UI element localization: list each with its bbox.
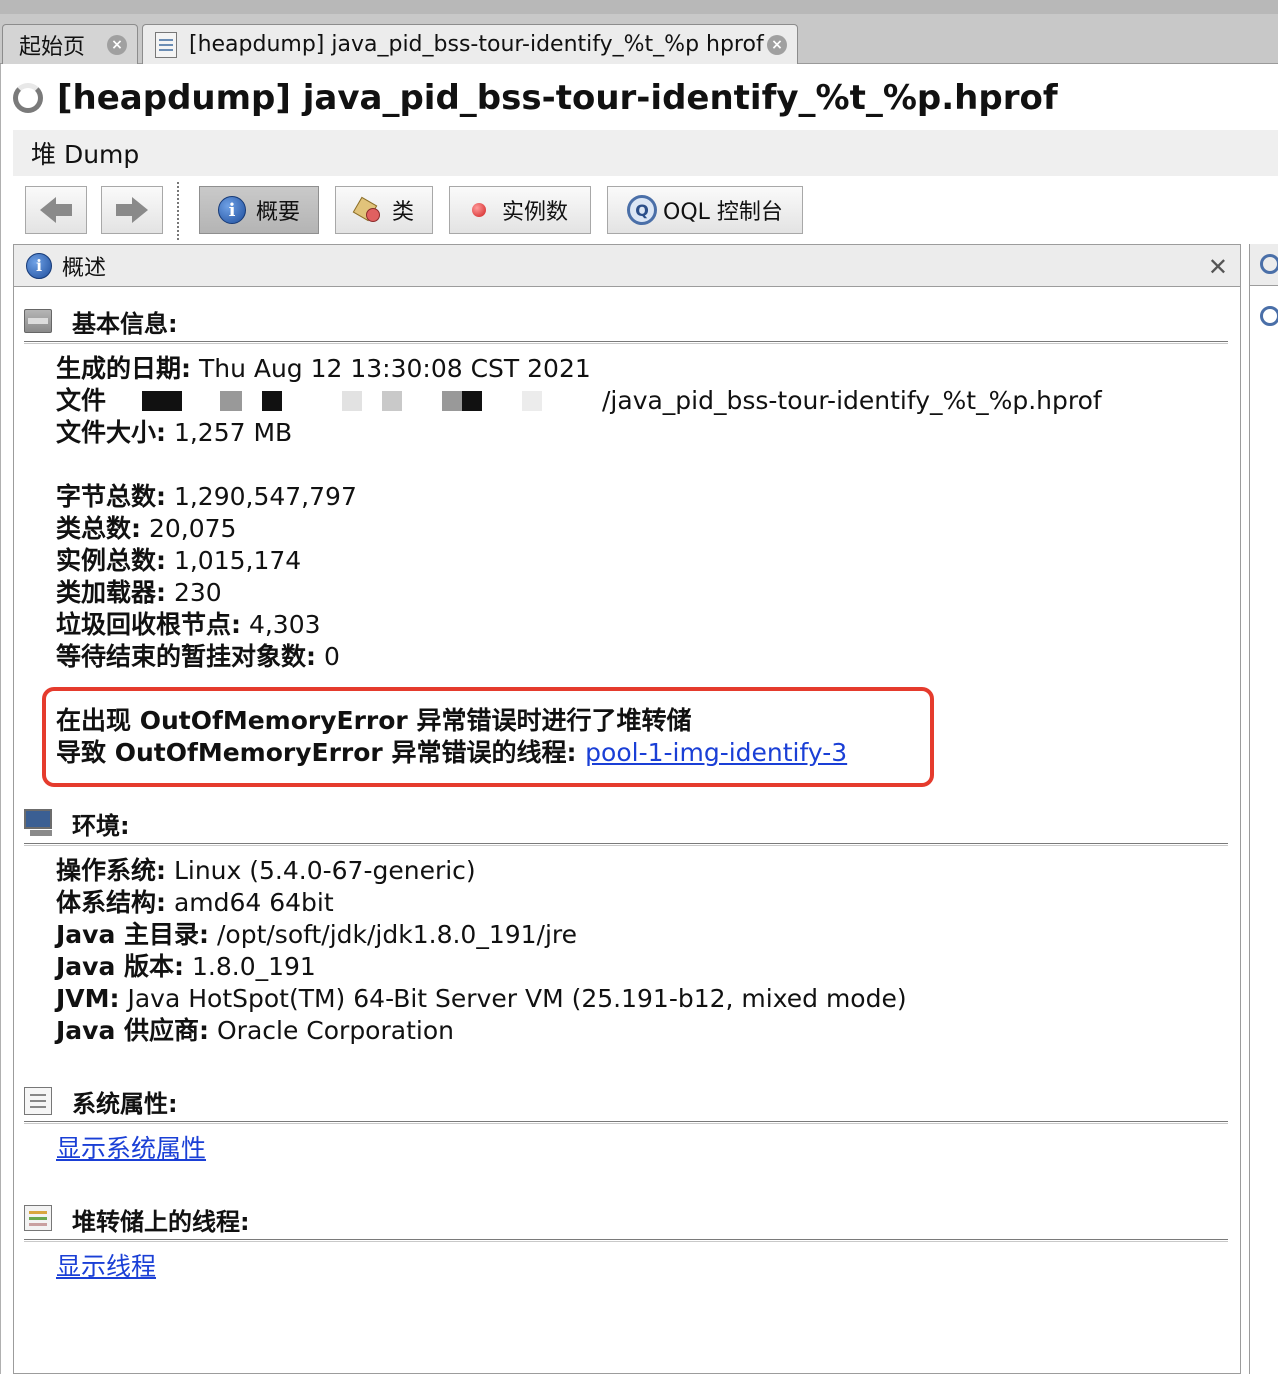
search-icon[interactable] [1260, 254, 1278, 274]
instance-icon [471, 203, 486, 217]
loading-spinner-icon [13, 83, 43, 113]
back-button[interactable] [25, 186, 87, 234]
close-icon[interactable]: × [107, 35, 127, 55]
close-icon[interactable]: × [767, 35, 787, 55]
arrow-left-icon [40, 197, 56, 223]
oom-notice: 在出现 OutOfMemoryError 异常错误时进行了堆转储 [56, 706, 692, 735]
document-icon [151, 31, 181, 58]
section-basic-info: 基本信息: [24, 303, 178, 339]
close-icon[interactable]: ✕ [1208, 253, 1228, 281]
monitor-icon [24, 809, 54, 837]
info-gc-roots: 垃圾回收根节点: 4,303 [56, 610, 321, 639]
section-environment: 环境: [24, 805, 130, 841]
section-title: 环境: [72, 811, 130, 840]
section-title: 基本信息: [72, 309, 178, 338]
panel-header: i 概述 ✕ [14, 245, 1240, 287]
info-pending-finalization: 等待结束的暂挂对象数: 0 [56, 642, 340, 671]
tab-start-page[interactable]: 起始页 × [2, 24, 138, 64]
classes-label: 类 [391, 200, 414, 225]
instances-button[interactable]: 实例数 [449, 186, 591, 234]
show-threads-link[interactable]: 显示线程 [56, 1251, 156, 1283]
summary-button[interactable]: i 概要 [199, 186, 319, 234]
env-java-version: Java 版本: 1.8.0_191 [56, 952, 316, 981]
info-icon: i [217, 196, 246, 224]
show-system-properties-link[interactable]: 显示系统属性 [56, 1133, 206, 1165]
page-heading: [heapdump] java_pid_bss-tour-identify_%t… [13, 74, 1058, 122]
main-frame: [heapdump] java_pid_bss-tour-identify_%t… [0, 64, 1278, 1374]
chip-icon [24, 307, 54, 335]
tab-bar: 起始页 × [heapdump] java_pid_bss-tour-ident… [0, 14, 1278, 64]
oql-label: OQL 控制台 [663, 200, 783, 225]
section-title: 系统属性: [72, 1089, 178, 1118]
env-os: 操作系统: Linux (5.4.0-67-generic) [56, 856, 476, 885]
info-file-size: 文件大小: 1,257 MB [56, 418, 293, 447]
arrow-right-icon [132, 197, 148, 223]
tab-heapdump[interactable]: [heapdump] java_pid_bss-tour-identify_%t… [142, 24, 798, 64]
redacted-block [142, 391, 182, 411]
tab-label: [heapdump] java_pid_bss-tour-identify_%t… [189, 32, 764, 57]
info-total-classes: 类总数: 20,075 [56, 514, 237, 543]
info-date: 生成的日期: Thu Aug 12 13:30:08 CST 2021 [56, 354, 591, 383]
redacted-block [522, 391, 542, 411]
section-system-properties: 系统属性: [24, 1083, 178, 1119]
info-file: 文件 [56, 386, 107, 415]
section-divider [24, 341, 1228, 344]
redacted-block [220, 391, 242, 411]
toolbar-separator [177, 182, 179, 240]
section-threads: 堆转储上的线程: [24, 1201, 250, 1237]
info-file-path: /java_pid_bss-tour-identify_%t_%p.hprof [602, 386, 1102, 415]
redacted-block [462, 391, 482, 411]
redacted-block [442, 391, 462, 411]
oql-console-button[interactable]: Q OQL 控制台 [607, 186, 803, 234]
tab-label: 起始页 [19, 34, 86, 60]
summary-label: 概要 [255, 200, 300, 225]
env-java-home: Java 主目录: /opt/soft/jdk/jdk1.8.0_191/jre [56, 920, 578, 949]
redacted-block [382, 391, 402, 411]
class-icon [352, 196, 384, 224]
inspect-icon[interactable] [1260, 306, 1278, 326]
classes-button[interactable]: 类 [335, 186, 433, 234]
list-icon [24, 1087, 54, 1115]
threads-icon [24, 1205, 54, 1233]
instances-label: 实例数 [501, 200, 568, 225]
section-divider [24, 843, 1228, 846]
overview-panel: i 概述 ✕ 基本信息: 生成的日期: Thu Aug 12 13:30:08 … [13, 244, 1241, 1374]
oql-icon: Q [627, 195, 658, 225]
redacted-block [262, 391, 282, 411]
info-icon: i [26, 252, 52, 279]
side-panel-header [1250, 244, 1278, 286]
forward-button[interactable] [101, 186, 163, 234]
section-divider [24, 1239, 1228, 1242]
info-total-bytes: 字节总数: 1,290,547,797 [56, 482, 357, 511]
env-java-vendor: Java 供应商: Oracle Corporation [56, 1016, 454, 1045]
info-total-instances: 实例总数: 1,015,174 [56, 546, 302, 575]
redacted-block [342, 391, 362, 411]
section-divider [24, 1121, 1228, 1124]
panel-title: 概述 [62, 255, 107, 281]
heap-dump-subtitle: 堆 Dump [13, 130, 1278, 176]
side-panel [1249, 244, 1278, 1374]
toolbar: i 概要 类 实例数 Q OQL 控制台 [13, 180, 1278, 240]
env-jvm: JVM: Java HotSpot(TM) 64-Bit Server VM (… [56, 984, 907, 1013]
section-title: 堆转储上的线程: [72, 1207, 250, 1236]
oom-thread-link[interactable]: pool-1-img-identify-3 [585, 738, 847, 767]
page-title: [heapdump] java_pid_bss-tour-identify_%t… [57, 78, 1058, 118]
env-arch: 体系结构: amd64 64bit [56, 888, 334, 917]
info-classloaders: 类加载器: 230 [56, 578, 222, 607]
oom-thread: 导致 OutOfMemoryError 异常错误的线程: pool-1-img-… [56, 738, 848, 767]
